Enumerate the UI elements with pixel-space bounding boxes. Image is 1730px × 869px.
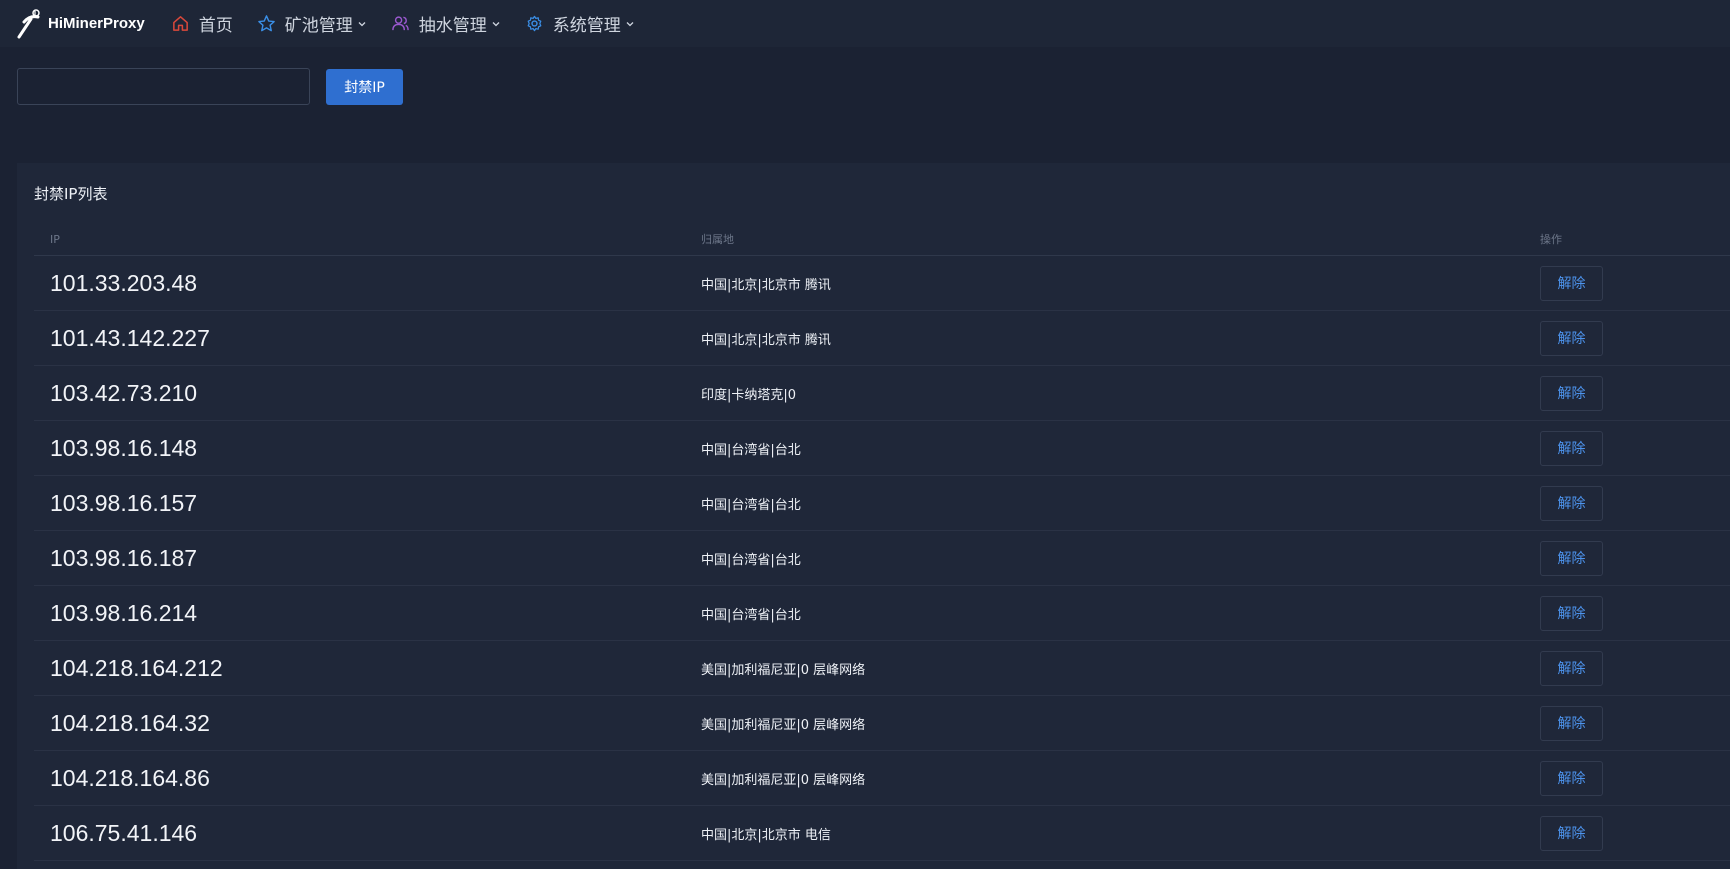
ip-cell: 101.33.203.48 bbox=[50, 269, 198, 296]
ban-ip-form: 封禁IP bbox=[17, 68, 403, 105]
users-icon bbox=[391, 14, 410, 33]
ip-cell: 104.218.164.86 bbox=[50, 764, 210, 791]
table-row: 104.218.164.32 美国|加利福尼亚|0 层峰网络 解除 bbox=[34, 696, 1730, 751]
banned-ip-table: IP 归属地 操作 101.33.203.48 中国|北京|北京市 腾讯 解除 101… bbox=[34, 223, 1730, 861]
action-cell: 解除 bbox=[1540, 595, 1730, 631]
table-row: 104.218.164.212 美国|加利福尼亚|0 层峰网络 解除 bbox=[34, 641, 1730, 696]
chevron-down-icon bbox=[491, 19, 501, 29]
table-row: 103.42.73.210 印度|卡纳塔克|0 解除 bbox=[34, 366, 1730, 421]
ip-cell: 104.218.164.212 bbox=[50, 654, 223, 681]
location-cell: 印度|卡纳塔克|0 bbox=[701, 387, 797, 403]
location-cell: 美国|加利福尼亚|0 层峰网络 bbox=[701, 662, 866, 678]
action-cell: 解除 bbox=[1540, 815, 1730, 851]
location-cell: 中国|北京|北京市 腾讯 bbox=[701, 277, 831, 293]
location-cell: 中国|台湾省|台北 bbox=[701, 442, 801, 458]
unban-button[interactable]: 解除 bbox=[1540, 320, 1603, 356]
action-cell: 解除 bbox=[1540, 320, 1730, 356]
card-title: 封禁IP列表 bbox=[34, 185, 108, 203]
unban-button[interactable]: 解除 bbox=[1540, 650, 1603, 686]
unban-button[interactable]: 解除 bbox=[1540, 375, 1603, 411]
table-header: IP 归属地 操作 bbox=[34, 223, 1730, 256]
location-cell: 中国|台湾省|台北 bbox=[701, 552, 801, 568]
table-row: 103.98.16.187 中国|台湾省|台北 解除 bbox=[34, 531, 1730, 586]
brand[interactable]: HiMinerProxy bbox=[16, 0, 145, 47]
ip-cell: 101.43.142.227 bbox=[50, 324, 210, 351]
action-cell: 解除 bbox=[1540, 265, 1730, 301]
top-navbar: HiMinerProxy 首页 矿池管理 抽水管理 系统管理 bbox=[0, 0, 1730, 47]
unban-button[interactable]: 解除 bbox=[1540, 485, 1603, 521]
star-icon bbox=[257, 14, 276, 33]
location-cell: 中国|台湾省|台北 bbox=[701, 607, 801, 623]
ban-ip-input[interactable] bbox=[17, 68, 310, 105]
unban-button[interactable]: 解除 bbox=[1540, 815, 1603, 851]
location-cell: 中国|北京|北京市 腾讯 bbox=[701, 332, 831, 348]
nav-item-pool-management[interactable]: 矿池管理 bbox=[257, 11, 367, 36]
ip-cell: 103.98.16.157 bbox=[50, 489, 198, 516]
unban-button[interactable]: 解除 bbox=[1540, 430, 1603, 466]
ip-cell: 103.98.16.187 bbox=[50, 544, 198, 571]
nav-label-system-management: 系统管理 bbox=[552, 16, 621, 36]
action-cell: 解除 bbox=[1540, 650, 1730, 686]
unban-button[interactable]: 解除 bbox=[1540, 760, 1603, 796]
unban-button[interactable]: 解除 bbox=[1540, 265, 1603, 301]
table-row: 101.43.142.227 中国|北京|北京市 腾讯 解除 bbox=[34, 311, 1730, 366]
ip-cell: 103.98.16.214 bbox=[50, 599, 198, 626]
gear-icon bbox=[525, 14, 544, 33]
table-row: 101.33.203.48 中国|北京|北京市 腾讯 解除 bbox=[34, 256, 1730, 311]
chevron-down-icon bbox=[357, 19, 367, 29]
table-row: 104.218.164.86 美国|加利福尼亚|0 层峰网络 解除 bbox=[34, 751, 1730, 806]
unban-button[interactable]: 解除 bbox=[1540, 595, 1603, 631]
banned-ip-card: 封禁IP列表 IP 归属地 操作 101.33.203.48 中国|北京|北京市 … bbox=[17, 163, 1730, 869]
ip-cell: 104.218.164.32 bbox=[50, 709, 210, 736]
location-cell: 美国|加利福尼亚|0 层峰网络 bbox=[701, 772, 866, 788]
home-icon bbox=[171, 14, 190, 33]
pickaxe-logo-icon bbox=[16, 8, 42, 39]
nav-item-home[interactable]: 首页 bbox=[171, 11, 233, 36]
nav-label-home: 首页 bbox=[198, 16, 233, 36]
location-cell: 美国|加利福尼亚|0 层峰网络 bbox=[701, 717, 866, 733]
action-cell: 解除 bbox=[1540, 705, 1730, 741]
table-row: 103.98.16.157 中国|台湾省|台北 解除 bbox=[34, 476, 1730, 531]
location-cell: 中国|北京|北京市 电信 bbox=[701, 827, 831, 843]
main-nav: 首页 矿池管理 抽水管理 系统管理 bbox=[171, 0, 659, 47]
table-row: 103.98.16.214 中国|台湾省|台北 解除 bbox=[34, 586, 1730, 641]
ip-cell: 103.98.16.148 bbox=[50, 434, 198, 461]
unban-button[interactable]: 解除 bbox=[1540, 540, 1603, 576]
nav-item-system-management[interactable]: 系统管理 bbox=[525, 11, 635, 36]
ip-cell: 106.75.41.146 bbox=[50, 819, 198, 846]
ban-ip-button[interactable]: 封禁IP bbox=[326, 68, 403, 105]
column-header-ip: IP bbox=[50, 232, 60, 246]
action-cell: 解除 bbox=[1540, 430, 1730, 466]
nav-item-fee-management[interactable]: 抽水管理 bbox=[391, 11, 501, 36]
location-cell: 中国|台湾省|台北 bbox=[701, 497, 801, 513]
nav-label-fee-management: 抽水管理 bbox=[418, 16, 487, 36]
column-header-location: 归属地 bbox=[701, 233, 734, 246]
table-body: 101.33.203.48 中国|北京|北京市 腾讯 解除 101.43.142.22… bbox=[34, 256, 1730, 861]
chevron-down-icon bbox=[625, 19, 635, 29]
action-cell: 解除 bbox=[1540, 375, 1730, 411]
nav-label-pool-management: 矿池管理 bbox=[284, 16, 353, 36]
action-cell: 解除 bbox=[1540, 540, 1730, 576]
brand-name: HiMinerProxy bbox=[48, 15, 145, 32]
ip-cell: 103.42.73.210 bbox=[50, 379, 198, 406]
action-cell: 解除 bbox=[1540, 760, 1730, 796]
column-header-action: 操作 bbox=[1540, 233, 1562, 246]
table-row: 106.75.41.146 中国|北京|北京市 电信 解除 bbox=[34, 806, 1730, 861]
table-row: 103.98.16.148 中国|台湾省|台北 解除 bbox=[34, 421, 1730, 476]
unban-button[interactable]: 解除 bbox=[1540, 705, 1603, 741]
action-cell: 解除 bbox=[1540, 485, 1730, 521]
